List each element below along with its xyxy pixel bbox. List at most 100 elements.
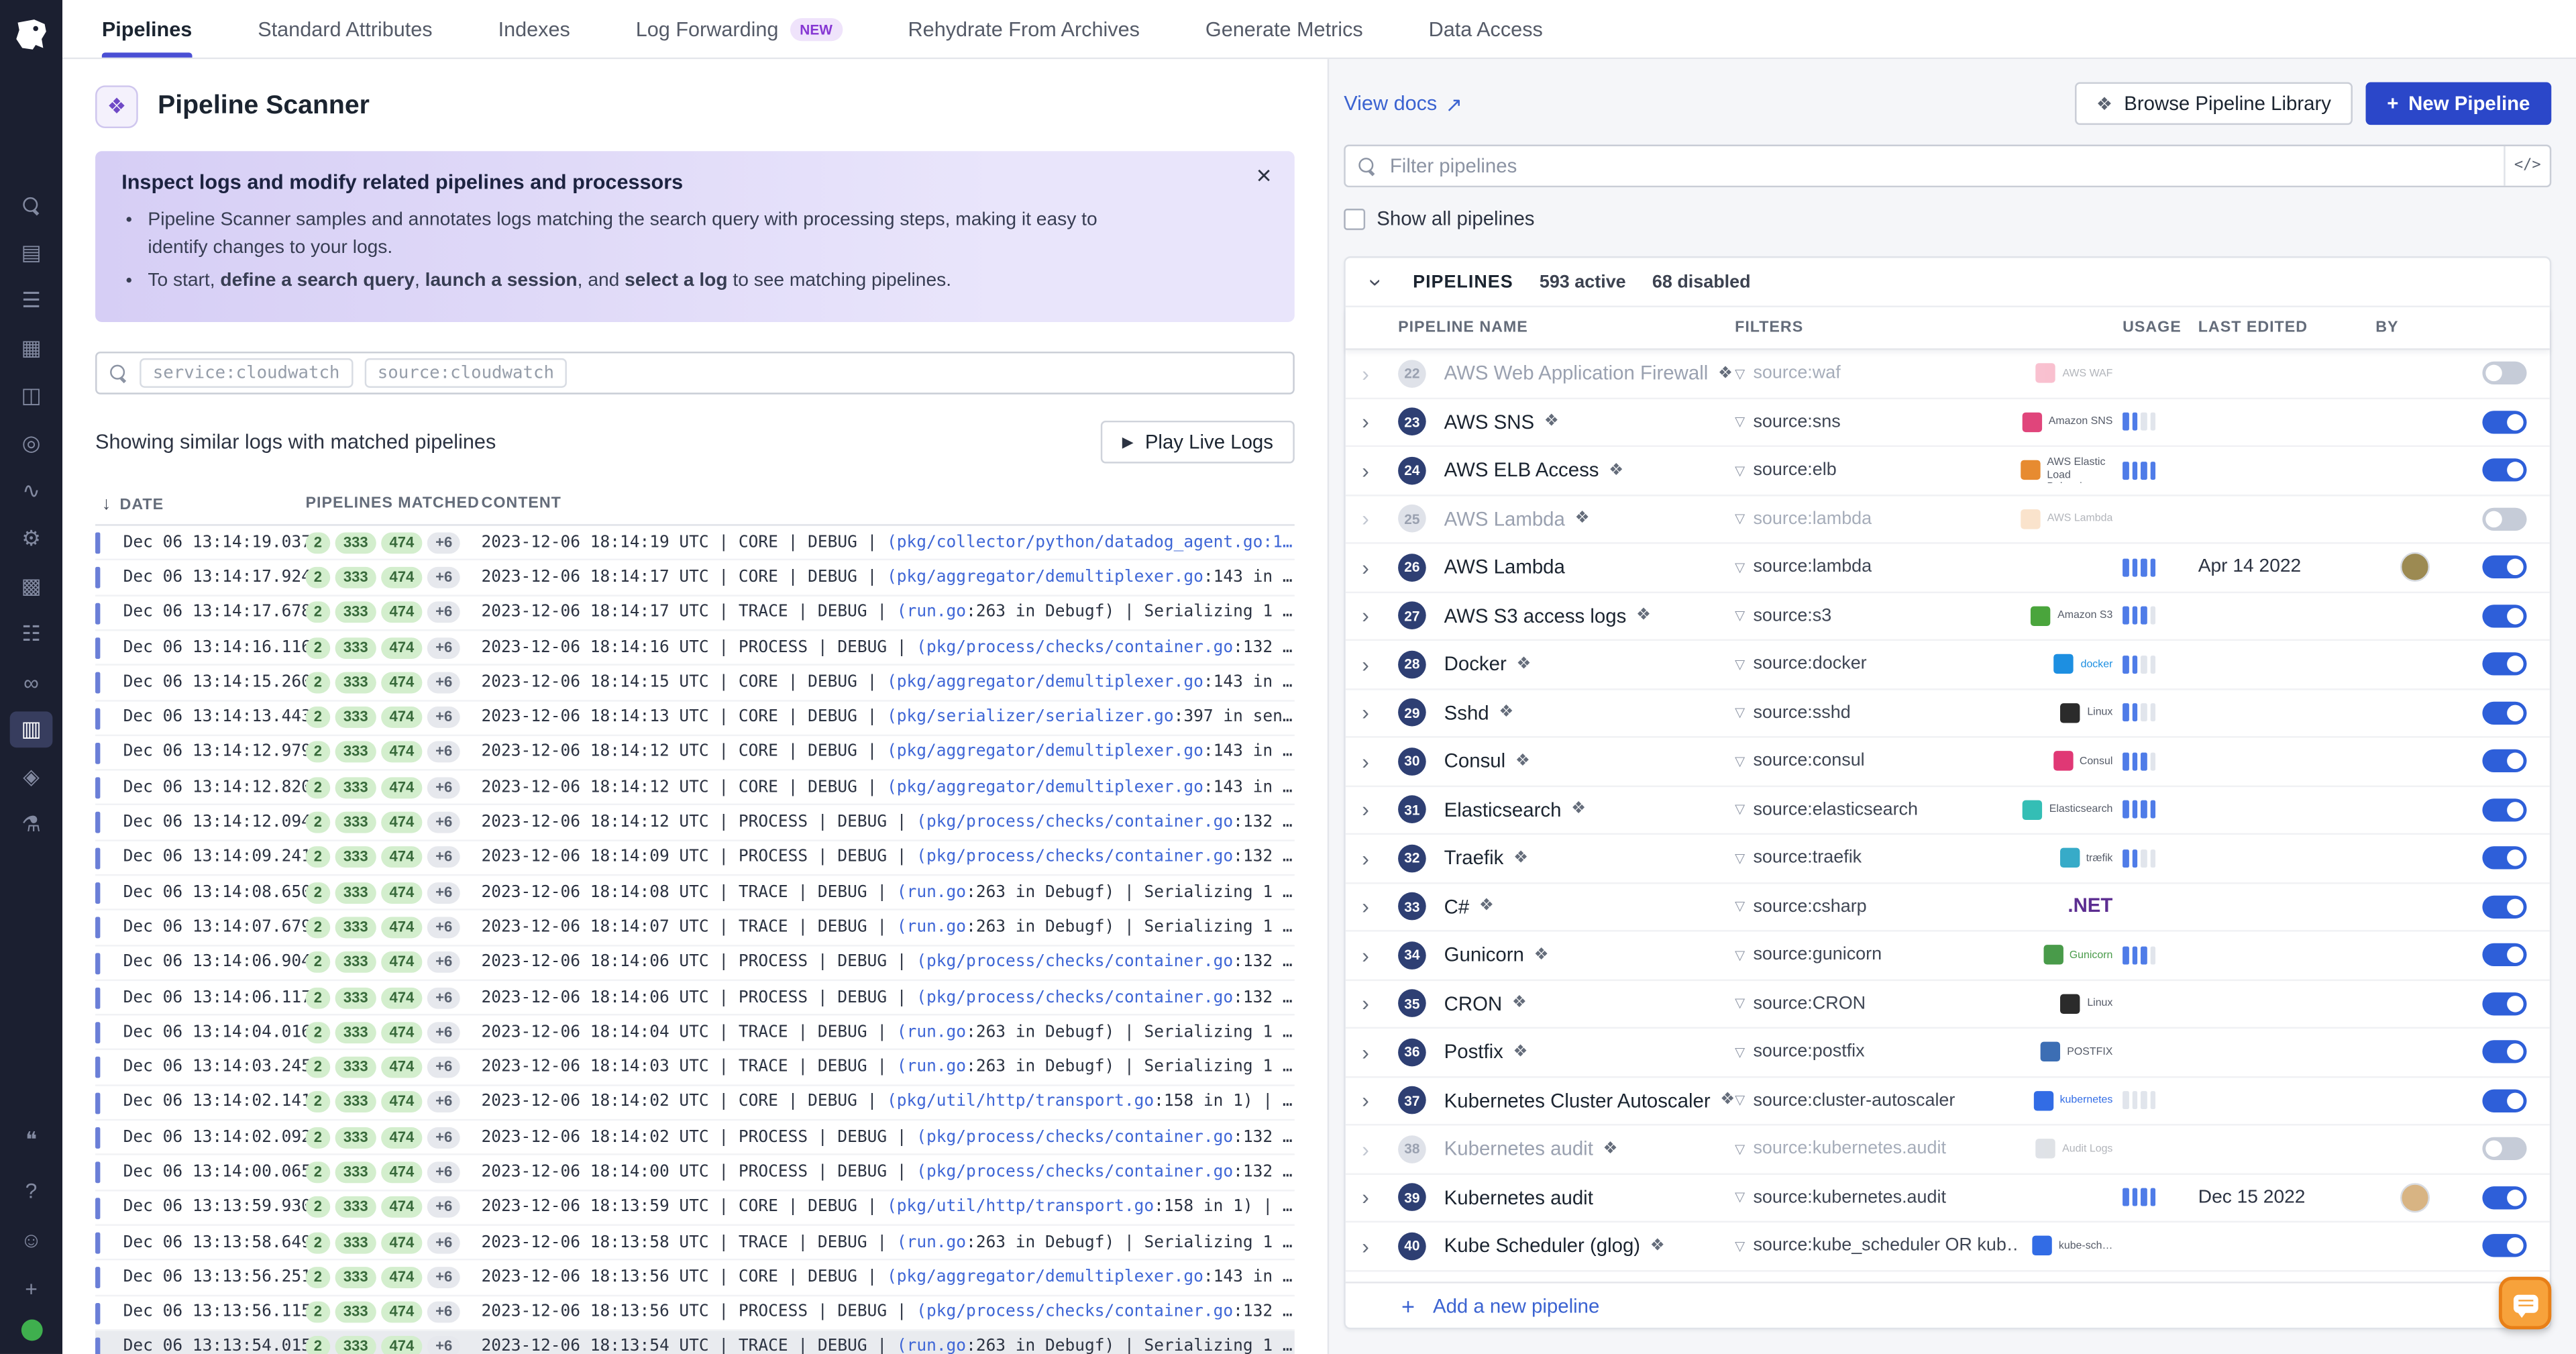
pipeline-row[interactable]: ›30Consul❖▽source:consulConsul — [1346, 738, 2550, 786]
pipeline-enable-toggle[interactable] — [2482, 895, 2526, 918]
log-source-link[interactable]: (run.go — [897, 1023, 966, 1041]
pipeline-row[interactable]: ›34Gunicorn❖▽source:gunicornGunicorn — [1346, 932, 2550, 980]
invite-icon[interactable]: + — [10, 1270, 53, 1306]
pipeline-count-badge[interactable]: 2 — [306, 1022, 331, 1043]
log-row[interactable]: Dec 06 13:13:56.1152333474+62023-12-06 1… — [95, 1296, 1295, 1331]
log-row[interactable]: Dec 06 13:14:13.4432333474+62023-12-06 1… — [95, 700, 1295, 735]
pipeline-count-badge[interactable]: +6 — [427, 602, 461, 623]
pipeline-count-badge[interactable]: 2 — [306, 1161, 331, 1183]
help-icon[interactable]: ? — [10, 1171, 53, 1208]
apm-icon[interactable]: ◎ — [10, 425, 53, 462]
pipeline-count-badge[interactable]: 2 — [306, 742, 331, 764]
pipeline-count-badge[interactable]: +6 — [427, 1302, 461, 1323]
pipeline-count-badge[interactable]: 2 — [306, 532, 331, 554]
pipeline-count-badge[interactable]: +6 — [427, 567, 461, 588]
nav-tab-data-access[interactable]: Data Access — [1429, 0, 1543, 58]
pipeline-count-badge[interactable]: +6 — [427, 917, 461, 938]
pipeline-count-badge[interactable]: +6 — [427, 1232, 461, 1253]
pipeline-count-badge[interactable]: 333 — [335, 567, 376, 588]
pipeline-count-badge[interactable]: 2 — [306, 637, 331, 658]
pipeline-count-badge[interactable]: +6 — [427, 742, 461, 764]
pipeline-row[interactable]: ›35CRON❖▽source:CRONLinux — [1346, 980, 2550, 1029]
pipeline-enable-toggle[interactable] — [2482, 1235, 2526, 1257]
log-source-link[interactable]: (run.go — [897, 919, 966, 937]
metrics-icon[interactable]: ∿ — [10, 473, 53, 509]
pipeline-enable-toggle[interactable] — [2482, 653, 2526, 676]
pipeline-count-badge[interactable]: 474 — [381, 777, 422, 798]
show-all-pipelines-checkbox[interactable] — [1344, 208, 1365, 229]
pipeline-row[interactable]: ›25AWS Lambda❖▽source:lambdaAWS Lambda — [1346, 495, 2550, 543]
nav-tab-pipelines[interactable]: Pipelines — [102, 0, 192, 58]
pipeline-row[interactable]: ›26AWS Lambda▽source:lambdaApr 14 2022 — [1346, 544, 2550, 592]
pipeline-count-badge[interactable]: 474 — [381, 1302, 422, 1323]
pipeline-count-badge[interactable]: 474 — [381, 1161, 422, 1183]
pipeline-count-badge[interactable]: 2 — [306, 882, 331, 903]
pipeline-enable-toggle[interactable] — [2482, 1089, 2526, 1112]
log-row[interactable]: Dec 06 13:14:02.0922333474+62023-12-06 1… — [95, 1121, 1295, 1155]
log-source-link[interactable]: (pkg/aggregator/demultiplexer.go — [887, 568, 1203, 586]
nav-tab-generate-metrics[interactable]: Generate Metrics — [1205, 0, 1363, 58]
expand-chevron-icon[interactable]: › — [1362, 555, 1398, 580]
log-source-link[interactable]: (pkg/aggregator/demultiplexer.go — [887, 743, 1203, 762]
expand-chevron-icon[interactable]: › — [1362, 1137, 1398, 1161]
pipeline-count-badge[interactable]: 2 — [306, 672, 331, 693]
pipeline-count-badge[interactable]: +6 — [427, 1022, 461, 1043]
pipeline-count-badge[interactable]: 2 — [306, 1267, 331, 1288]
pipeline-count-badge[interactable]: 2 — [306, 602, 331, 623]
pipeline-count-badge[interactable]: 2 — [306, 812, 331, 833]
log-row[interactable]: Dec 06 13:14:17.9242333474+62023-12-06 1… — [95, 561, 1295, 596]
pipeline-count-badge[interactable]: 474 — [381, 1232, 422, 1253]
log-source-link[interactable]: (pkg/aggregator/demultiplexer.go — [887, 1268, 1203, 1286]
pipeline-count-badge[interactable]: 333 — [335, 882, 376, 903]
pipeline-enable-toggle[interactable] — [2482, 798, 2526, 821]
search-token[interactable]: source:cloudwatch — [364, 358, 567, 388]
pipeline-row[interactable]: ›27AWS S3 access logs❖▽source:s3Amazon S… — [1346, 592, 2550, 641]
pipeline-count-badge[interactable]: 2 — [306, 1127, 331, 1148]
pipeline-enable-toggle[interactable] — [2482, 459, 2526, 482]
pipeline-count-badge[interactable]: +6 — [427, 951, 461, 973]
pipeline-count-badge[interactable]: 2 — [306, 1197, 331, 1218]
expand-chevron-icon[interactable]: › — [1362, 749, 1398, 774]
pipeline-row[interactable]: ›29Sshd❖▽source:sshdLinux — [1346, 689, 2550, 737]
search-icon[interactable] — [10, 187, 53, 223]
labs-icon[interactable]: ⚗ — [10, 806, 53, 843]
search-token[interactable]: service:cloudwatch — [140, 358, 353, 388]
pipeline-count-badge[interactable]: 474 — [381, 672, 422, 693]
log-source-link[interactable]: (pkg/aggregator/demultiplexer.go — [887, 778, 1203, 796]
log-row[interactable]: Dec 06 13:14:12.8202333474+62023-12-06 1… — [95, 771, 1295, 806]
avatar[interactable] — [2400, 1183, 2430, 1212]
pipeline-count-badge[interactable]: 474 — [381, 987, 422, 1008]
expand-chevron-icon[interactable]: › — [1362, 458, 1398, 483]
log-source-link[interactable]: (pkg/util/http/transport.go — [887, 1094, 1154, 1112]
pipeline-count-badge[interactable]: 2 — [306, 1092, 331, 1113]
pipeline-count-badge[interactable]: 474 — [381, 1337, 422, 1354]
expand-chevron-icon[interactable]: › — [1362, 361, 1398, 386]
pipeline-count-badge[interactable]: +6 — [427, 812, 461, 833]
pipeline-count-badge[interactable]: 2 — [306, 1337, 331, 1354]
pipeline-count-badge[interactable]: +6 — [427, 1057, 461, 1078]
infrastructure-icon[interactable]: ▤ — [10, 235, 53, 271]
pipeline-count-badge[interactable]: +6 — [427, 1092, 461, 1113]
log-row[interactable]: Dec 06 13:14:12.0942333474+62023-12-06 1… — [95, 806, 1295, 841]
pipeline-count-badge[interactable]: 333 — [335, 1337, 376, 1354]
pipeline-count-badge[interactable]: 333 — [335, 1057, 376, 1078]
pipeline-count-badge[interactable]: +6 — [427, 847, 461, 868]
log-col-date[interactable]: ↓ DATE — [95, 494, 305, 514]
log-row[interactable]: Dec 06 13:13:54.0152333474+62023-12-06 1… — [95, 1331, 1295, 1354]
log-source-link[interactable]: (pkg/process/checks/container.go — [916, 639, 1233, 657]
code-view-icon[interactable]: </> — [2504, 146, 2550, 186]
pipeline-count-badge[interactable]: 333 — [335, 812, 376, 833]
log-row[interactable]: Dec 06 13:14:06.9042333474+62023-12-06 1… — [95, 946, 1295, 981]
log-row[interactable]: Dec 06 13:14:19.0372333474+62023-12-06 1… — [95, 526, 1295, 561]
pipeline-count-badge[interactable]: 333 — [335, 777, 376, 798]
datadog-logo[interactable] — [0, 0, 62, 69]
processes-icon[interactable]: ▩ — [10, 568, 53, 605]
watchdog-icon[interactable]: ⚙ — [10, 521, 53, 557]
pipeline-count-badge[interactable]: 2 — [306, 1232, 331, 1253]
add-pipeline-row[interactable]: + Add a new pipeline — [1346, 1282, 2550, 1328]
pipeline-count-badge[interactable]: 474 — [381, 602, 422, 623]
pipeline-count-badge[interactable]: 2 — [306, 777, 331, 798]
nav-tab-log-forwarding[interactable]: Log ForwardingNEW — [636, 0, 843, 58]
pipeline-count-badge[interactable]: 2 — [306, 951, 331, 973]
pipeline-count-badge[interactable]: 474 — [381, 882, 422, 903]
